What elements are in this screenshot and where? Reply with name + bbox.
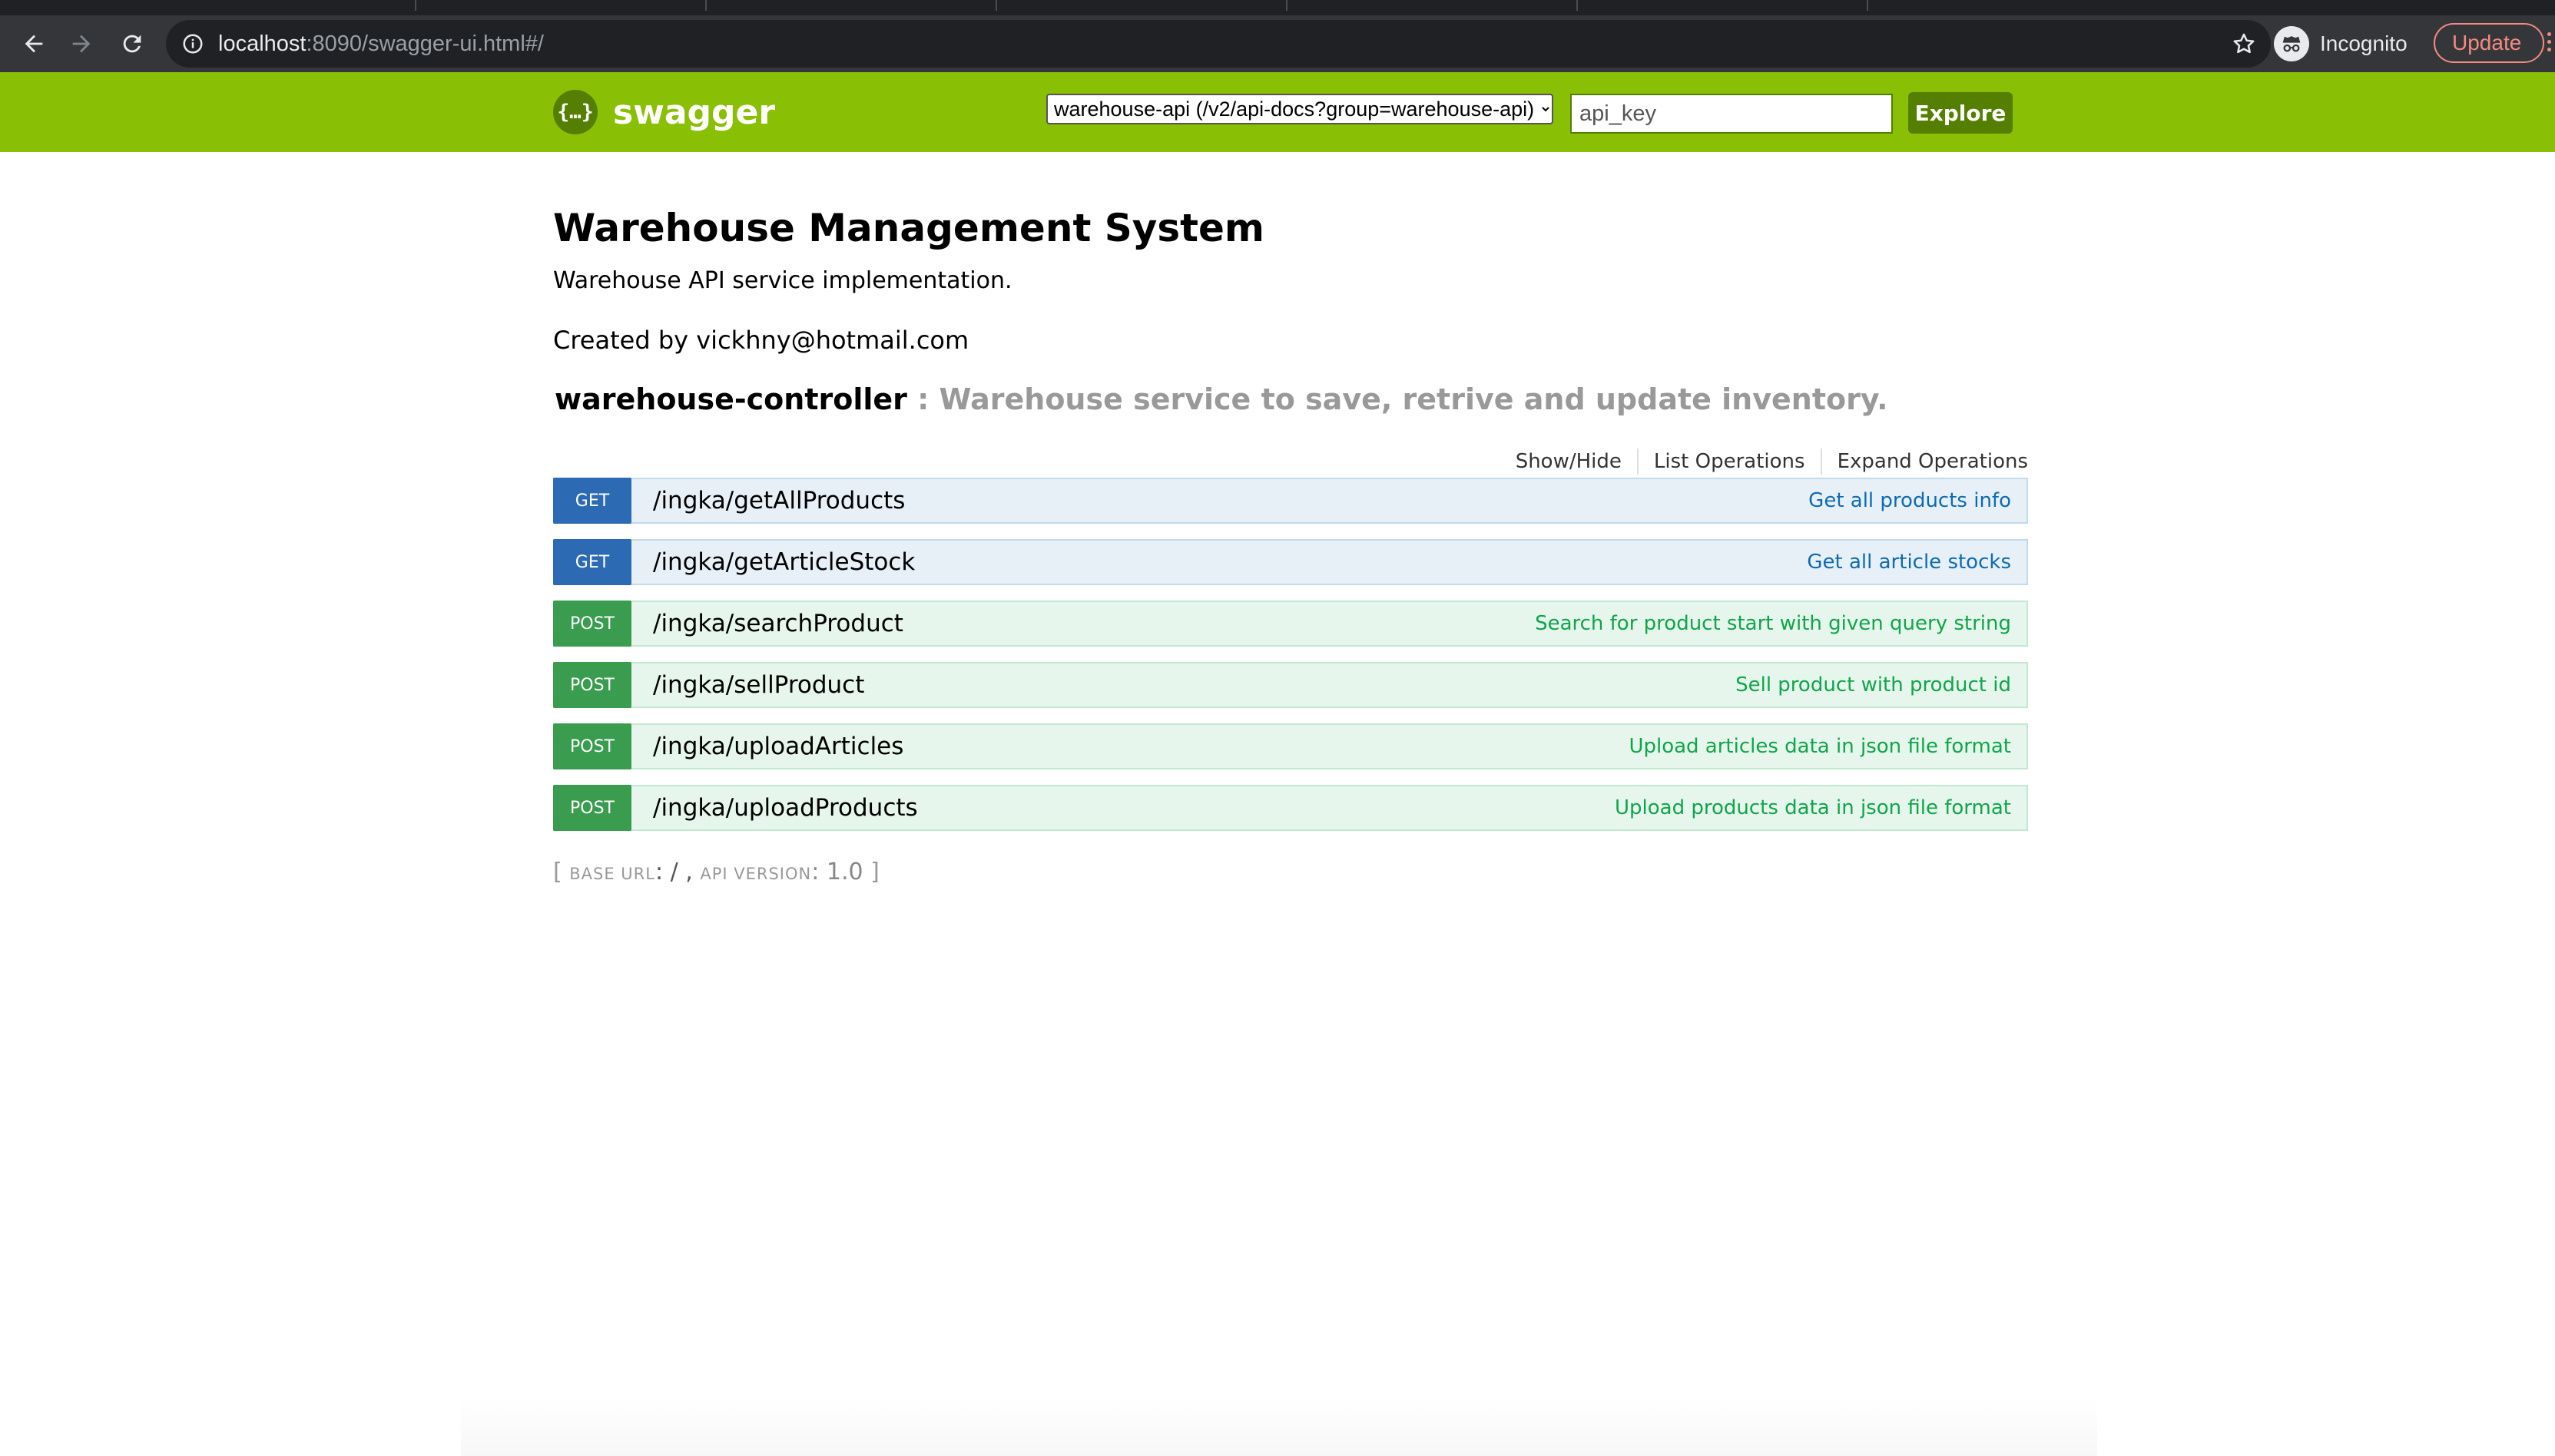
operation-path[interactable]: /ingka/sellProduct (653, 663, 864, 706)
operation-summary[interactable]: Upload articles data in json file format (1629, 725, 2011, 768)
url-path: :8090/swagger-ui.html#/ (306, 31, 544, 56)
swagger-logo-icon: {…} (553, 90, 598, 134)
api-description: Warehouse API service implementation. (553, 267, 1012, 294)
operation-row[interactable]: POST /ingka/sellProduct Sell product wit… (553, 662, 2028, 708)
address-bar[interactable]: localhost:8090/swagger-ui.html#/ (166, 20, 2271, 68)
list-operations-link[interactable]: List Operations (1639, 450, 1821, 473)
resource-name-link[interactable]: warehouse-controller (555, 382, 907, 416)
api-version-value: : 1.0 (811, 859, 863, 885)
resource-heading: warehouse-controller : Warehouse service… (555, 382, 1888, 416)
resource-description: : Warehouse service to save, retrive and… (906, 382, 1888, 416)
http-method-badge[interactable]: GET (553, 539, 631, 585)
operation-path[interactable]: /ingka/getAllProducts (653, 479, 905, 522)
api-key-input[interactable] (1570, 94, 1893, 134)
star-icon[interactable] (2231, 31, 2257, 57)
operation-row[interactable]: POST /ingka/searchProduct Search for pro… (553, 601, 2028, 647)
back-button[interactable] (11, 15, 57, 72)
tab-separator (415, 0, 416, 11)
base-url-value: : / , (654, 859, 701, 885)
operation-summary[interactable]: Sell product with product id (1735, 663, 2011, 706)
arrow-right-icon (72, 35, 91, 53)
menu-kebab-icon[interactable] (2547, 32, 2552, 55)
operation-summary[interactable]: Upload products data in json file format (1615, 786, 2011, 829)
operation-row[interactable]: POST /ingka/uploadArticles Upload articl… (553, 723, 2028, 769)
operation-row[interactable]: GET /ingka/getAllProducts Get all produc… (553, 478, 2028, 524)
browser-tab-strip (0, 0, 2555, 15)
bottom-shade (461, 1398, 2097, 1456)
incognito-label: Incognito (2320, 31, 2408, 55)
browser-toolbar: localhost:8090/swagger-ui.html#/ Incogni… (0, 15, 2555, 72)
expand-operations-link[interactable]: Expand Operations (1822, 450, 2028, 473)
swagger-logo[interactable]: {…} swagger (553, 89, 775, 135)
base-url-info: [ base url: / , api version: 1.0 ] (553, 859, 880, 885)
profile-incognito[interactable]: Incognito (2274, 15, 2408, 72)
resource-actions: Show/Hide List Operations Expand Operati… (1500, 448, 2028, 475)
operation-path[interactable]: /ingka/searchProduct (653, 602, 903, 645)
arrow-left-icon (25, 35, 43, 53)
tab-separator (1286, 0, 1287, 11)
incognito-icon (2274, 26, 2309, 61)
tab-separator (1576, 0, 1578, 11)
tab-separator (705, 0, 707, 11)
operation-summary[interactable]: Get all article stocks (1807, 541, 2011, 584)
operation-row[interactable]: GET /ingka/getArticleStock Get all artic… (553, 539, 2028, 585)
operations-list: GET /ingka/getAllProducts Get all produc… (553, 478, 2028, 846)
reload-button[interactable] (109, 15, 155, 72)
url-text: localhost:8090/swagger-ui.html#/ (218, 20, 544, 68)
url-host: localhost (218, 31, 307, 56)
http-method-badge[interactable]: POST (553, 601, 631, 647)
api-version-label: api version (700, 865, 812, 883)
tab-separator (1867, 0, 1868, 11)
http-method-badge[interactable]: POST (553, 723, 631, 769)
forward-button[interactable] (58, 15, 104, 72)
open-bracket: [ (553, 859, 570, 885)
show-hide-link[interactable]: Show/Hide (1500, 450, 1637, 473)
operation-path[interactable]: /ingka/uploadProducts (653, 786, 918, 829)
info-icon[interactable] (181, 32, 204, 55)
tab-separator (996, 0, 997, 11)
operation-summary[interactable]: Get all products info (1808, 479, 2011, 522)
swagger-logo-text: swagger (613, 92, 776, 132)
api-contact: Created by vickhny@hotmail.com (553, 326, 969, 355)
page-title: Warehouse Management System (553, 206, 1265, 250)
operation-path[interactable]: /ingka/getArticleStock (653, 541, 915, 584)
operation-path[interactable]: /ingka/uploadArticles (653, 725, 903, 768)
http-method-badge[interactable]: POST (553, 785, 631, 831)
update-button[interactable]: Update (2434, 23, 2544, 63)
http-method-badge[interactable]: GET (553, 478, 631, 524)
close-bracket: ] (863, 859, 880, 885)
api-group-select[interactable]: warehouse-api (/v2/api-docs?group=wareho… (1046, 94, 1553, 124)
explore-button[interactable]: Explore (1908, 92, 2013, 134)
base-url-label: base url (569, 865, 655, 883)
http-method-badge[interactable]: POST (553, 662, 631, 708)
reload-icon (123, 35, 141, 53)
operation-row[interactable]: POST /ingka/uploadProducts Upload produc… (553, 785, 2028, 831)
operation-summary[interactable]: Search for product start with given quer… (1535, 602, 2011, 645)
